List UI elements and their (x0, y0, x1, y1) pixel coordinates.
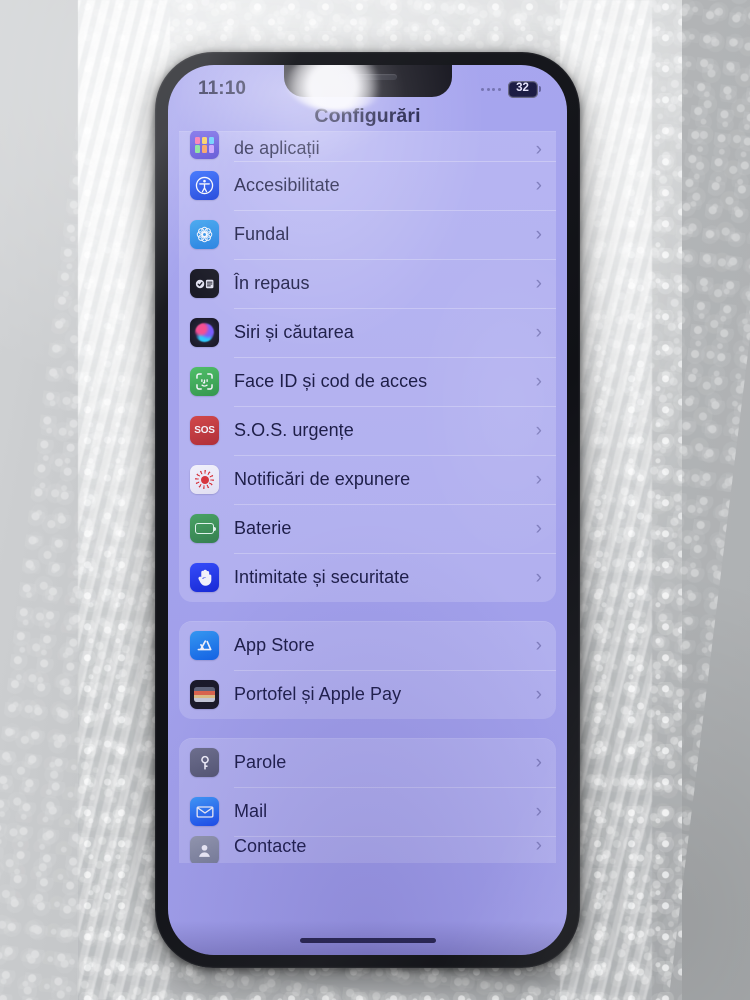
contacts-icon (190, 836, 219, 863)
settings-row-label: Contacte (234, 836, 307, 856)
wallet-icon (190, 680, 219, 709)
chevron-right-icon: › (535, 224, 542, 245)
chevron-right-icon: › (535, 518, 542, 539)
settings-row-label: Intimitate și securitate (234, 567, 410, 587)
iphone-device: 11:10 32 Configurări de aplicații › Accesi… (155, 52, 580, 968)
chevron-right-icon: › (535, 322, 542, 343)
siri-icon (190, 318, 219, 347)
settings-row-label: Portofel și Apple Pay (234, 684, 402, 704)
battery-nub (539, 86, 541, 92)
passwords-icon (190, 748, 219, 777)
settings-group: App Store › Portofel și Apple Pay › (179, 621, 556, 719)
battery-settings-icon (190, 514, 219, 543)
settings-row[interactable]: SOS S.O.S. urgențe › (179, 406, 556, 455)
iphone-screen: 11:10 32 Configurări de aplicații › Accesi… (168, 65, 567, 955)
settings-list[interactable]: de aplicații › Accesibilitate › Fundal › În re… (168, 131, 567, 955)
settings-row[interactable]: Fundal › (179, 210, 556, 259)
mail-icon (190, 797, 219, 826)
settings-row[interactable]: În repaus › (179, 259, 556, 308)
battery-percent-label: 32 (516, 82, 529, 95)
settings-row[interactable]: Baterie › (179, 504, 556, 553)
chevron-right-icon: › (535, 836, 542, 856)
chevron-right-icon: › (535, 273, 542, 294)
settings-row[interactable]: Parole › (179, 738, 556, 787)
settings-row-label: În repaus (234, 273, 310, 293)
app-store-icon (190, 631, 219, 660)
settings-row[interactable]: Intimitate și securitate › (179, 553, 556, 602)
face-id-icon (190, 367, 219, 396)
exposure-notifications-icon (190, 465, 219, 494)
battery-shell: 32 (507, 80, 538, 98)
settings-row-label: Mail (234, 801, 268, 821)
settings-row[interactable]: Face ID și cod de acces › (179, 357, 556, 406)
settings-row[interactable]: Contacte › (179, 836, 556, 863)
settings-row-label: Notificări de expunere (234, 469, 411, 489)
settings-row[interactable]: Mail › (179, 787, 556, 836)
settings-row[interactable]: Accesibilitate › (179, 161, 556, 210)
settings-row-label: Fundal (234, 224, 290, 244)
chevron-right-icon: › (535, 635, 542, 656)
settings-row[interactable]: Siri și căutarea › (179, 308, 556, 357)
chevron-right-icon: › (535, 371, 542, 392)
settings-row-label: Accesibilitate (234, 175, 340, 195)
status-bar-right: 32 (481, 80, 541, 98)
sos-icon: SOS (190, 416, 219, 445)
home-indicator[interactable] (299, 937, 436, 943)
settings-row-label: Baterie (234, 518, 292, 538)
settings-group: de aplicații › Accesibilitate › Fundal › În re… (179, 131, 556, 602)
settings-row-label: S.O.S. urgențe (234, 420, 354, 440)
settings-group: Parole › Mail › Contacte › (179, 738, 556, 863)
chevron-right-icon: › (535, 684, 542, 705)
settings-row[interactable]: de aplicații › (179, 131, 556, 161)
privacy-icon (190, 563, 219, 592)
chevron-right-icon: › (535, 139, 542, 160)
chevron-right-icon: › (535, 175, 542, 196)
app-library-icon (190, 131, 219, 159)
chevron-right-icon: › (535, 801, 542, 822)
settings-row-label: de aplicații (234, 138, 320, 158)
signal-dots-icon (481, 87, 501, 91)
chevron-right-icon: › (535, 752, 542, 773)
settings-row[interactable]: Portofel și Apple Pay › (179, 670, 556, 719)
settings-row[interactable]: Notificări de expunere › (179, 455, 556, 504)
chevron-right-icon: › (535, 469, 542, 490)
settings-row-label: App Store (234, 635, 315, 655)
status-bar-clock: 11:10 (198, 78, 247, 99)
settings-row-label: Face ID și cod de acces (234, 371, 428, 391)
settings-row-label: Parole (234, 752, 287, 772)
settings-row-label: Siri și căutarea (234, 322, 354, 342)
chevron-right-icon: › (535, 567, 542, 588)
chevron-right-icon: › (535, 420, 542, 441)
accessibility-icon (190, 171, 219, 200)
standby-icon (190, 269, 219, 298)
battery-icon: 32 (507, 80, 541, 98)
wallpaper-icon (190, 220, 219, 249)
settings-row[interactable]: App Store › (179, 621, 556, 670)
page-title: Configurări (314, 105, 421, 127)
